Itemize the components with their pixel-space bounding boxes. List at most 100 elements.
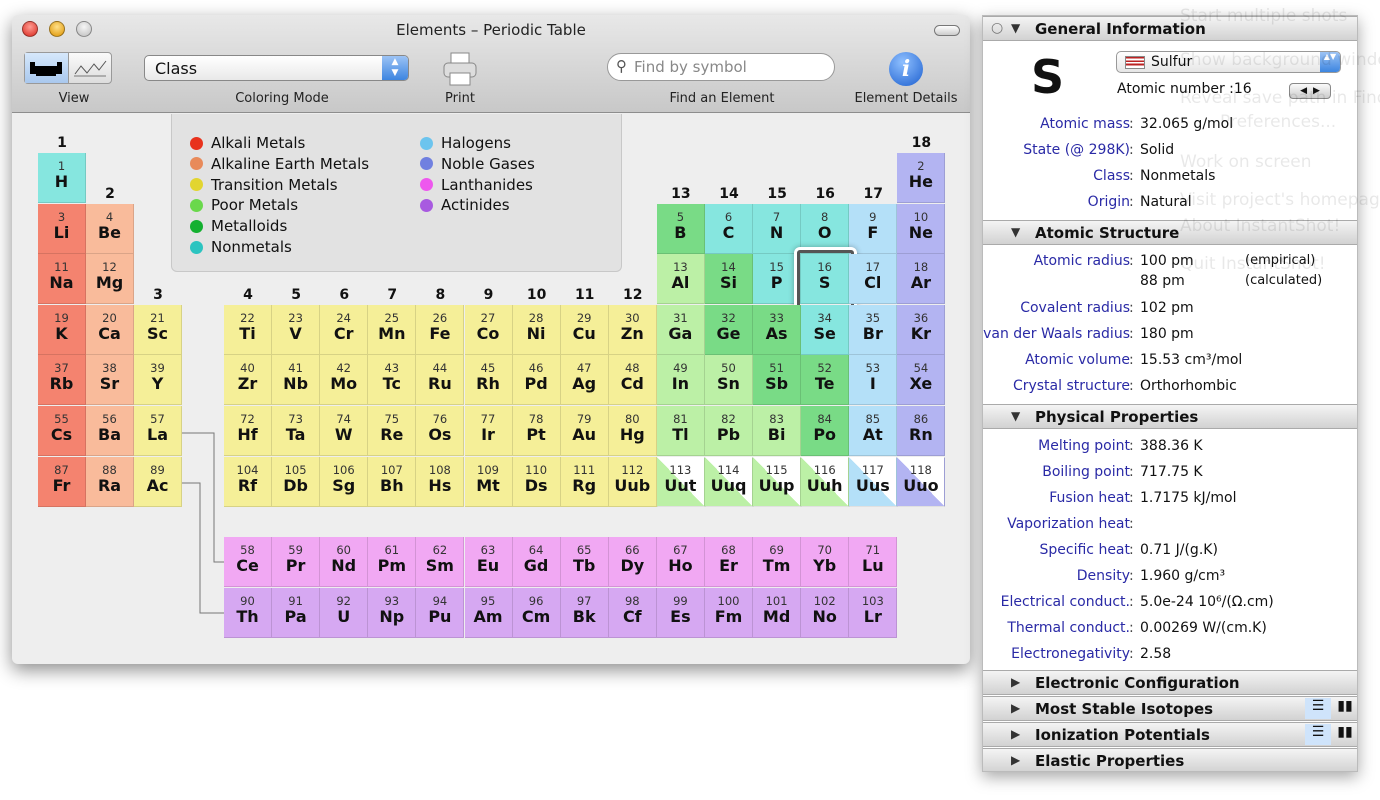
element-cell-Na[interactable]: 11 Na	[38, 254, 86, 305]
element-cell-Te[interactable]: 52 Te	[801, 355, 850, 406]
disclosure-open-icon[interactable]: ▼	[1011, 409, 1020, 423]
element-cell-F[interactable]: 9F	[849, 203, 898, 254]
panel-close-icon[interactable]: ○	[991, 20, 1003, 36]
disclosure-closed-icon[interactable]: ▶	[1011, 701, 1020, 715]
element-cell-Ir[interactable]: 77 Ir	[464, 406, 513, 456]
element-cell-Mo[interactable]: 42 Mo	[320, 355, 369, 406]
element-cell-Sm[interactable]: 62 Sm	[416, 537, 465, 587]
element-cell-Hs[interactable]: 108 Hs	[416, 456, 465, 507]
element-cell-Zr[interactable]: 40 Zr	[224, 355, 272, 406]
element-cell-Pa[interactable]: 91 Pa	[272, 587, 321, 638]
element-cell-Bh[interactable]: 107 Bh	[368, 456, 417, 507]
element-cell-C[interactable]: 6C	[705, 203, 753, 254]
element-cell-Bk[interactable]: 97 Bk	[560, 587, 609, 638]
element-cell-Mn[interactable]: 25 Mn	[368, 304, 417, 355]
bar-chart-icon[interactable]: ▮▮	[1332, 724, 1357, 745]
element-cell-Uuh[interactable]: 116 Uuh	[801, 456, 850, 507]
element-cell-Eu[interactable]: 63 Eu	[464, 537, 513, 587]
element-cell-Ce[interactable]: 58 Ce	[224, 537, 272, 587]
element-cell-Ca[interactable]: 20 Ca	[86, 304, 134, 355]
element-cell-Gd[interactable]: 64 Gd	[512, 537, 561, 587]
element-cell-B[interactable]: 5B	[656, 203, 705, 254]
element-cell-Cf[interactable]: 98 Cf	[608, 587, 657, 638]
element-cell-Hf[interactable]: 72 Hf	[224, 406, 272, 456]
element-cell-Zn[interactable]: 30 Zn	[608, 304, 657, 355]
element-cell-At[interactable]: 85 At	[849, 406, 898, 456]
element-cell-Ds[interactable]: 110 Ds	[512, 456, 561, 507]
element-cell-Ta[interactable]: 73 Ta	[272, 406, 321, 456]
element-cell-V[interactable]: 23 V	[272, 304, 321, 355]
element-cell-Cs[interactable]: 55 Cs	[38, 406, 86, 456]
disclosure-closed-icon[interactable]: ▶	[1011, 675, 1020, 689]
element-cell-Sn[interactable]: 50 Sn	[705, 355, 753, 406]
element-cell-Uut[interactable]: 113 Uut	[656, 456, 705, 507]
element-cell-Pu[interactable]: 94 Pu	[416, 587, 465, 638]
disclosure-open-icon[interactable]: ▼	[1011, 21, 1020, 35]
element-stepper[interactable]: ◀ ▶	[1289, 83, 1331, 99]
element-cell-I[interactable]: 53 I	[849, 355, 898, 406]
element-cell-Lu[interactable]: 71 Lu	[849, 537, 898, 587]
element-cell-Np[interactable]: 93 Np	[368, 587, 417, 638]
element-cell-Rf[interactable]: 104 Rf	[224, 456, 272, 507]
element-cell-Tm[interactable]: 69 Tm	[753, 537, 802, 587]
element-cell-Rn[interactable]: 86 Rn	[897, 406, 946, 456]
element-cell-Pb[interactable]: 82 Pb	[705, 406, 753, 456]
element-cell-N[interactable]: 7N	[753, 203, 802, 254]
next-element-arrow-icon[interactable]: ▶	[1313, 86, 1320, 96]
element-cell-Tl[interactable]: 81 Tl	[656, 406, 705, 456]
element-cell-Nd[interactable]: 60 Nd	[320, 537, 369, 587]
list-view-icon[interactable]: ☰	[1305, 724, 1331, 745]
element-cell-Tc[interactable]: 43 Tc	[368, 355, 417, 406]
element-cell-Ba[interactable]: 56 Ba	[86, 406, 134, 456]
element-cell-Ac[interactable]: 89 Ac	[134, 456, 182, 507]
element-cell-Fr[interactable]: 87 Fr	[38, 456, 86, 507]
element-cell-Se[interactable]: 34 Se	[801, 304, 850, 355]
element-cell-H[interactable]: 1H	[38, 153, 86, 203]
disclosure-closed-icon[interactable]: ▶	[1011, 753, 1020, 767]
element-cell-Re[interactable]: 75 Re	[368, 406, 417, 456]
element-cell-Al[interactable]: 13 Al	[656, 254, 705, 305]
element-cell-Pr[interactable]: 59 Pr	[272, 537, 321, 587]
element-cell-Pm[interactable]: 61 Pm	[368, 537, 417, 587]
element-cell-Er[interactable]: 68 Er	[705, 537, 753, 587]
element-cell-Ti[interactable]: 22 Ti	[224, 304, 272, 355]
element-cell-O[interactable]: 8O	[801, 203, 850, 254]
physical-properties-header[interactable]: ▼ Physical Properties	[983, 404, 1357, 429]
element-cell-Mt[interactable]: 109 Mt	[464, 456, 513, 507]
element-cell-Uuq[interactable]: 114 Uuq	[705, 456, 753, 507]
element-cell-Yb[interactable]: 70 Yb	[801, 537, 850, 587]
element-cell-Fe[interactable]: 26 Fe	[416, 304, 465, 355]
element-cell-La[interactable]: 57 La	[134, 406, 182, 456]
element-cell-Md[interactable]: 101 Md	[753, 587, 802, 638]
element-cell-Lr[interactable]: 103 Lr	[849, 587, 898, 638]
elastic-properties-header[interactable]: ▶ Elastic Properties	[983, 748, 1357, 771]
list-view-icon[interactable]: ☰	[1305, 698, 1331, 719]
element-cell-Cl[interactable]: 17 Cl	[849, 254, 898, 305]
most-stable-isotopes-header[interactable]: ▶ Most Stable Isotopes ☰ ▮▮	[983, 696, 1357, 721]
element-cell-Pt[interactable]: 78 Pt	[512, 406, 561, 456]
element-cell-Be[interactable]: 4 Be	[86, 203, 134, 254]
general-information-header[interactable]: ▼ General Information ○	[983, 16, 1357, 41]
element-cell-Sb[interactable]: 51 Sb	[753, 355, 802, 406]
element-cell-Hg[interactable]: 80 Hg	[608, 406, 657, 456]
element-cell-Ne[interactable]: 10 Ne	[897, 203, 946, 254]
element-cell-Ag[interactable]: 47 Ag	[560, 355, 609, 406]
element-cell-Dy[interactable]: 66 Dy	[608, 537, 657, 587]
element-cell-Ho[interactable]: 67 Ho	[656, 537, 705, 587]
element-cell-Es[interactable]: 99 Es	[656, 587, 705, 638]
element-cell-Ar[interactable]: 18 Ar	[897, 254, 946, 305]
element-cell-Uup[interactable]: 115 Uup	[753, 456, 802, 507]
element-cell-Ru[interactable]: 44 Ru	[416, 355, 465, 406]
atomic-structure-header[interactable]: ▼ Atomic Structure	[983, 220, 1357, 245]
element-cell-Po[interactable]: 84 Po	[801, 406, 850, 456]
element-cell-Xe[interactable]: 54 Xe	[897, 355, 946, 406]
element-cell-Mg[interactable]: 12 Mg	[86, 254, 134, 305]
element-cell-Y[interactable]: 39 Y	[134, 355, 182, 406]
element-cell-Rb[interactable]: 37 Rb	[38, 355, 86, 406]
element-cell-Db[interactable]: 105 Db	[272, 456, 321, 507]
element-cell-Sg[interactable]: 106 Sg	[320, 456, 369, 507]
element-cell-Sr[interactable]: 38 Sr	[86, 355, 134, 406]
element-cell-Ra[interactable]: 88 Ra	[86, 456, 134, 507]
element-cell-W[interactable]: 74 W	[320, 406, 369, 456]
element-cell-Ni[interactable]: 28 Ni	[512, 304, 561, 355]
